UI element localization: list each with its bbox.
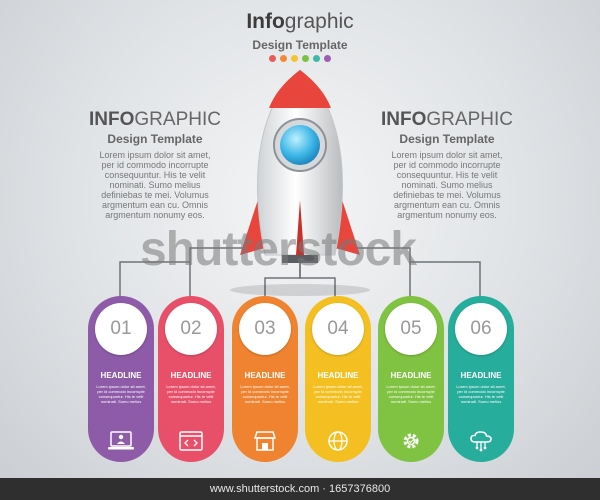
- step-body: Lorem ipsum dolor sit amet, per id commo…: [166, 384, 216, 404]
- laptop-user-icon: [107, 430, 135, 452]
- shop-icon: [251, 430, 279, 452]
- step-number: 03: [239, 303, 291, 355]
- step-number: 04: [312, 303, 364, 355]
- step-card-03: 03 HEADLINE Lorem ipsum dolor sit amet, pe…: [232, 296, 298, 462]
- step-number: 02: [165, 303, 217, 355]
- step-number: 06: [455, 303, 507, 355]
- step-headline: HEADLINE: [100, 371, 142, 380]
- step-headline: HEADLINE: [317, 371, 359, 380]
- step-body: Lorem ipsum dolor sit amet, per id commo…: [96, 384, 146, 404]
- globe-icon: [324, 430, 352, 452]
- step-card-04: 04 HEADLINE Lorem ipsum dolor sit amet, pe…: [305, 296, 371, 462]
- watermark: shutterstock: [140, 223, 417, 276]
- step-number: 01: [95, 303, 147, 355]
- gear-icon: [397, 430, 425, 452]
- step-card-01: 01 HEADLINE Lorem ipsum dolor sit amet, pe…: [88, 296, 154, 462]
- step-body: Lorem ipsum dolor sit amet, per id commo…: [240, 384, 290, 404]
- step-headline: HEADLINE: [170, 371, 212, 380]
- step-headline: HEADLINE: [244, 371, 286, 380]
- step-card-02: 02 HEADLINE Lorem ipsum dolor sit amet, pe…: [158, 296, 224, 462]
- step-body: Lorem ipsum dolor sit amet, per id commo…: [386, 384, 436, 404]
- step-body: Lorem ipsum dolor sit amet, per id commo…: [456, 384, 506, 404]
- step-body: Lorem ipsum dolor sit amet, per id commo…: [313, 384, 363, 404]
- code-window-icon: [177, 430, 205, 452]
- step-headline: HEADLINE: [390, 371, 432, 380]
- step-card-05: 05 HEADLINE Lorem ipsum dolor sit amet, pe…: [378, 296, 444, 462]
- cloud-network-icon: [467, 430, 495, 452]
- footer-text: www.shutterstock.com · 1657376800: [209, 483, 391, 495]
- step-card-06: 06 HEADLINE Lorem ipsum dolor sit amet, pe…: [448, 296, 514, 462]
- step-number: 05: [385, 303, 437, 355]
- step-headline: HEADLINE: [460, 371, 502, 380]
- footer-bar: www.shutterstock.com · 1657376800: [0, 478, 600, 500]
